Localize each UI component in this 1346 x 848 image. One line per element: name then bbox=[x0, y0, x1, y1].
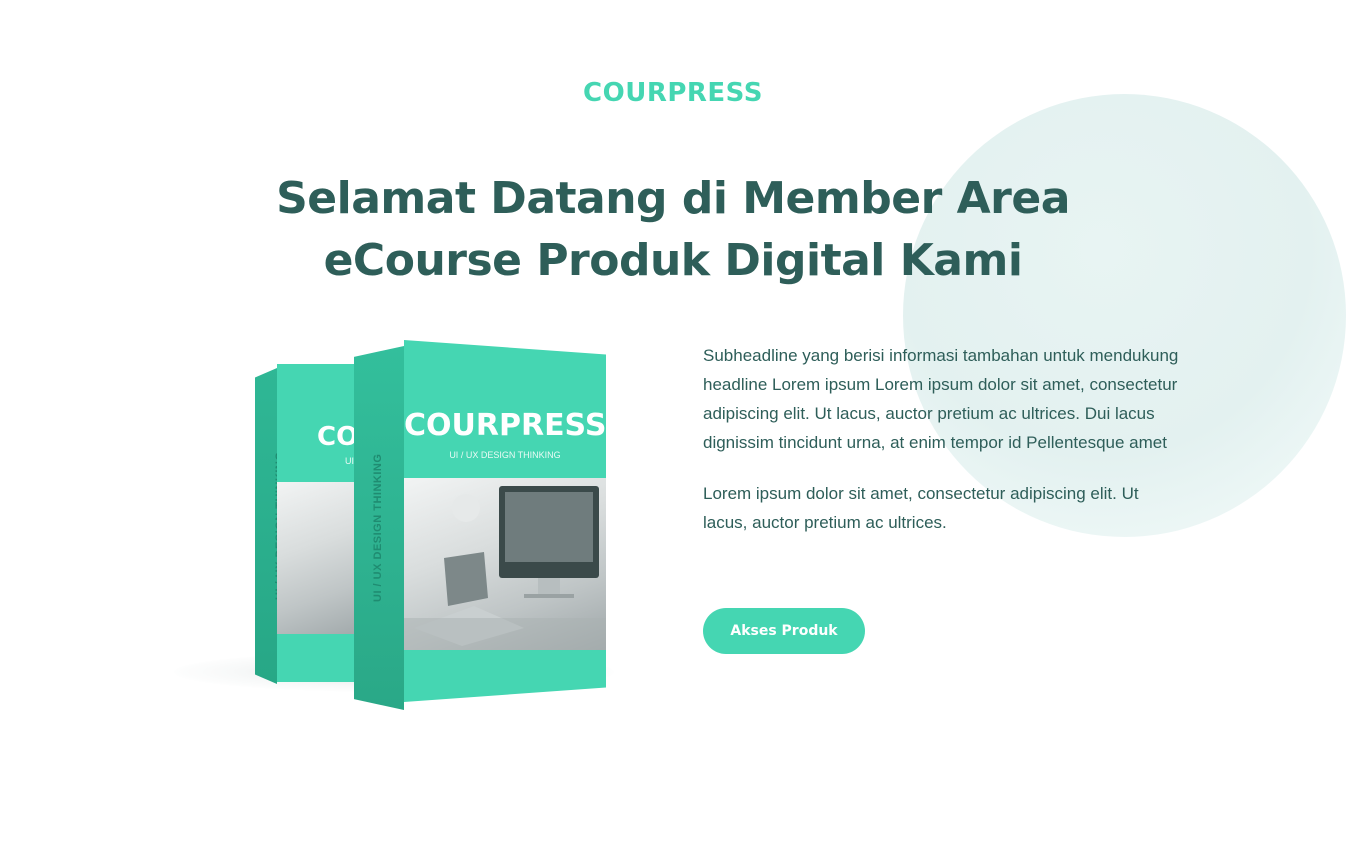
headline-line-2: eCourse Produk Digital Kami bbox=[323, 235, 1023, 286]
description-paragraph-1: Subheadline yang berisi informasi tambah… bbox=[703, 346, 1179, 452]
box-front-face: COURPRESS UI / UX DESIGN THINKING bbox=[404, 340, 606, 702]
desk-workspace-illustration bbox=[404, 486, 606, 650]
page-headline: Selamat Datang di Member Area eCourse Pr… bbox=[200, 168, 1146, 292]
description-paragraph-2: Lorem ipsum dolor sit amet, consectetur … bbox=[703, 484, 1139, 532]
box-front-subtitle: UI / UX DESIGN THINKING bbox=[449, 450, 561, 460]
product-box-image: UI / UX DESIGN THINKING CO UI UI / UX DE… bbox=[170, 330, 630, 720]
product-box-front: UI / UX DESIGN THINKING COURPRESS UI / U… bbox=[354, 340, 614, 710]
brand-logo-text: COURPRESS bbox=[583, 78, 763, 108]
page: COURPRESS Selamat Datang di Member Area … bbox=[0, 0, 1346, 848]
access-product-button[interactable]: Akses Produk bbox=[703, 608, 865, 654]
description-block: Subheadline yang berisi informasi tambah… bbox=[703, 341, 1183, 559]
box-front-photo bbox=[404, 478, 606, 650]
box-front-spine-text: UI / UX DESIGN THINKING bbox=[372, 453, 384, 602]
headline-line-1: Selamat Datang di Member Area bbox=[276, 173, 1070, 224]
box-front-title: COURPRESS bbox=[404, 408, 606, 443]
